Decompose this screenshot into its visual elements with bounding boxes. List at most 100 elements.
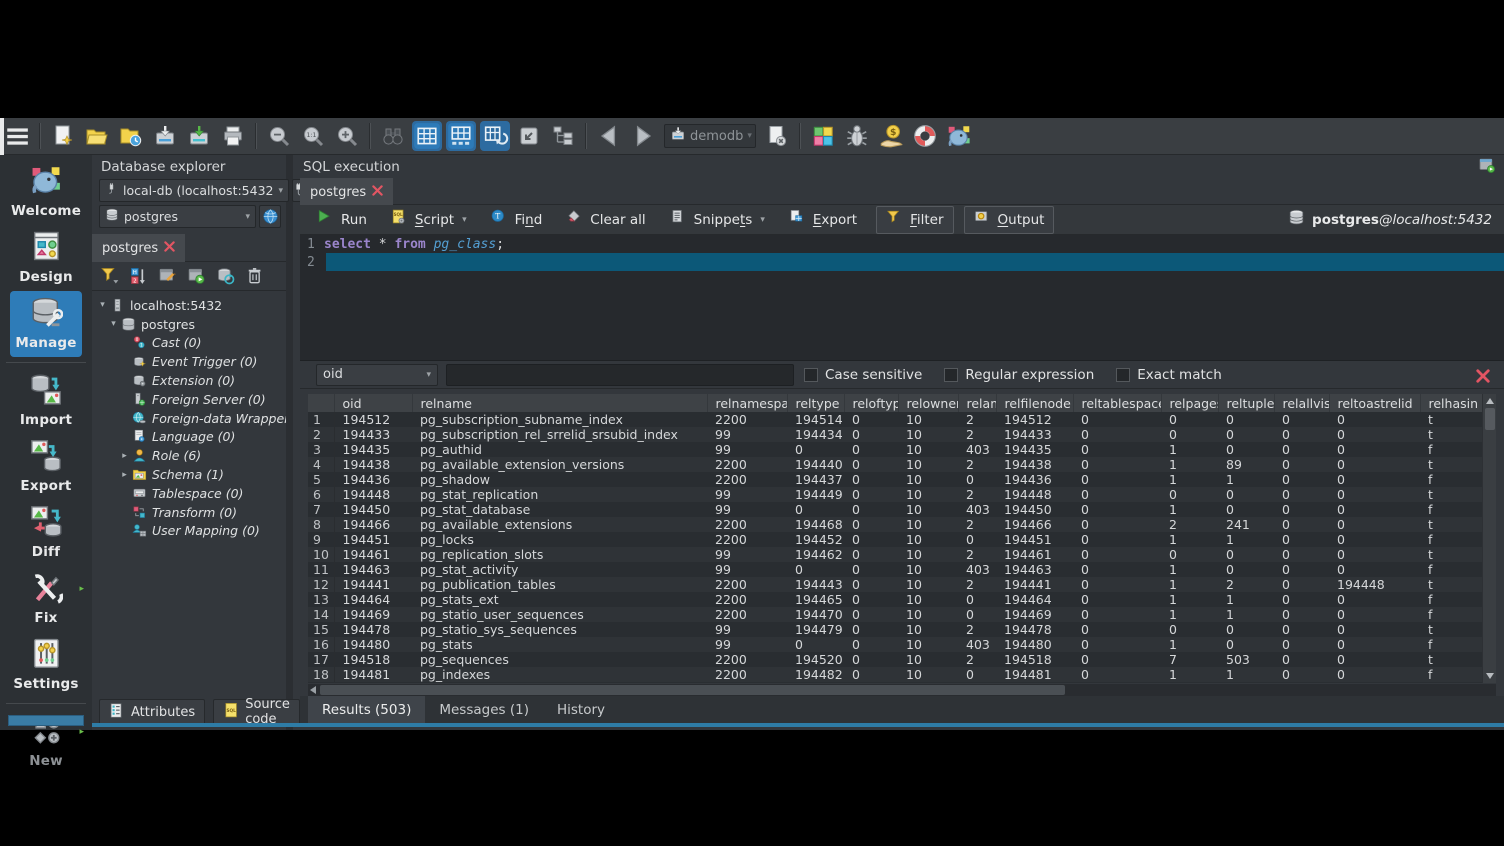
cell[interactable]: 2200: [707, 577, 787, 592]
cell[interactable]: 0: [1073, 457, 1161, 472]
cell[interactable]: 0: [1274, 622, 1329, 637]
cell[interactable]: 1: [1161, 502, 1218, 517]
cell[interactable]: 0: [1274, 427, 1329, 442]
sidebar-item-export[interactable]: Export: [6, 434, 86, 500]
exp-sync-icon[interactable]: [216, 266, 236, 286]
sidebar-item-diff[interactable]: Diff: [6, 500, 86, 566]
cell[interactable]: 194470: [787, 607, 844, 622]
cell[interactable]: t: [1420, 622, 1482, 637]
horizontal-scrollbar[interactable]: [308, 684, 1496, 696]
cell[interactable]: f: [1420, 472, 1482, 487]
column-header-relname[interactable]: relname: [412, 394, 707, 412]
cell[interactable]: 0: [1274, 562, 1329, 577]
cell[interactable]: 0: [1274, 517, 1329, 532]
cell[interactable]: 10: [898, 487, 958, 502]
grid-refresh-icon[interactable]: [480, 121, 510, 151]
exp-filter-icon[interactable]: [100, 266, 120, 286]
cell[interactable]: 0: [1073, 607, 1161, 622]
cell[interactable]: 10: [898, 412, 958, 427]
exp-edit-icon[interactable]: [158, 266, 178, 286]
column-header-reltuples[interactable]: reltuples: [1218, 394, 1274, 412]
row-number[interactable]: 18: [308, 667, 334, 682]
cell[interactable]: 0: [1073, 547, 1161, 562]
cell[interactable]: 0: [1218, 427, 1274, 442]
column-header-relhasin[interactable]: relhasin: [1420, 394, 1482, 412]
cell[interactable]: 2: [958, 457, 996, 472]
cell[interactable]: 194481: [996, 667, 1073, 682]
load-archive-icon[interactable]: [150, 121, 180, 151]
cell[interactable]: 2200: [707, 607, 787, 622]
tree-item-extension-0[interactable]: Extension (0): [92, 371, 286, 390]
cell[interactable]: 194518: [334, 652, 412, 667]
cell[interactable]: 1: [1161, 607, 1218, 622]
cell[interactable]: 0: [844, 622, 898, 637]
cell[interactable]: t: [1420, 577, 1482, 592]
run-button[interactable]: Run: [312, 207, 372, 233]
cell[interactable]: 10: [898, 442, 958, 457]
connection-select[interactable]: local-db (localhost:5432 ▾: [99, 179, 289, 202]
cell[interactable]: 2200: [707, 472, 787, 487]
cell[interactable]: 194436: [334, 472, 412, 487]
cell[interactable]: t: [1420, 412, 1482, 427]
cell[interactable]: 0: [1329, 487, 1420, 502]
tree-item-event-trigger-0[interactable]: Event Trigger (0): [92, 352, 286, 371]
cell[interactable]: 99: [707, 547, 787, 562]
cell[interactable]: 194469: [334, 607, 412, 622]
cell[interactable]: 194518: [996, 652, 1073, 667]
cell[interactable]: 0: [1218, 622, 1274, 637]
cell[interactable]: 0: [1329, 517, 1420, 532]
checkbox-icon[interactable]: [1116, 368, 1130, 382]
cell[interactable]: 194434: [787, 427, 844, 442]
cell[interactable]: 0: [1329, 442, 1420, 457]
row-number[interactable]: 6: [308, 487, 334, 502]
cell[interactable]: f: [1420, 532, 1482, 547]
tab-messages-1[interactable]: Messages (1): [425, 696, 543, 723]
cell[interactable]: 0: [958, 532, 996, 547]
checkbox-regular-expression[interactable]: Regular expression: [944, 367, 1094, 383]
cell[interactable]: 0: [1218, 547, 1274, 562]
support-icon[interactable]: [910, 121, 940, 151]
cell[interactable]: 0: [1274, 577, 1329, 592]
cell[interactable]: t: [1420, 457, 1482, 472]
row-number[interactable]: 12: [308, 577, 334, 592]
close-icon[interactable]: [372, 185, 383, 200]
cell[interactable]: 194514: [787, 412, 844, 427]
open-folder-icon[interactable]: [82, 121, 112, 151]
cell[interactable]: 0: [1274, 637, 1329, 652]
cell[interactable]: 2200: [707, 667, 787, 682]
cell[interactable]: 0: [1329, 532, 1420, 547]
cell[interactable]: 10: [898, 547, 958, 562]
cell[interactable]: 10: [898, 577, 958, 592]
zoom-original-icon[interactable]: 1:1: [298, 121, 328, 151]
cell[interactable]: 0: [787, 637, 844, 652]
cell[interactable]: f: [1420, 592, 1482, 607]
cell[interactable]: 99: [707, 562, 787, 577]
cell[interactable]: 1: [1161, 637, 1218, 652]
exp-delete-icon[interactable]: [245, 266, 265, 286]
tree-item-language-0[interactable]: Language (0): [92, 428, 286, 447]
cell[interactable]: 0: [1073, 427, 1161, 442]
cell[interactable]: 194464: [334, 592, 412, 607]
sidebar-item-welcome[interactable]: Welcome: [6, 159, 86, 225]
cell[interactable]: 0: [1073, 472, 1161, 487]
cell[interactable]: 0: [1274, 472, 1329, 487]
cell[interactable]: 2: [958, 412, 996, 427]
cell[interactable]: 2: [958, 577, 996, 592]
tree-item-role-6[interactable]: ▸Role (6): [92, 446, 286, 465]
cell[interactable]: 0: [1274, 652, 1329, 667]
cell[interactable]: 0: [1274, 502, 1329, 517]
cell[interactable]: 0: [1073, 412, 1161, 427]
cell[interactable]: 0: [1218, 487, 1274, 502]
cell[interactable]: 403: [958, 562, 996, 577]
cell[interactable]: 0: [844, 472, 898, 487]
cell[interactable]: 0: [844, 532, 898, 547]
cell[interactable]: 194440: [787, 457, 844, 472]
cell[interactable]: 194462: [787, 547, 844, 562]
cell[interactable]: 99: [707, 487, 787, 502]
cell[interactable]: 0: [1329, 622, 1420, 637]
cell[interactable]: 0: [1073, 442, 1161, 457]
cell[interactable]: 194448: [1329, 577, 1420, 592]
tree-caret-icon[interactable]: ▾: [107, 319, 120, 329]
cell[interactable]: 2: [1161, 517, 1218, 532]
tree-caret-icon[interactable]: ▾: [96, 300, 109, 310]
